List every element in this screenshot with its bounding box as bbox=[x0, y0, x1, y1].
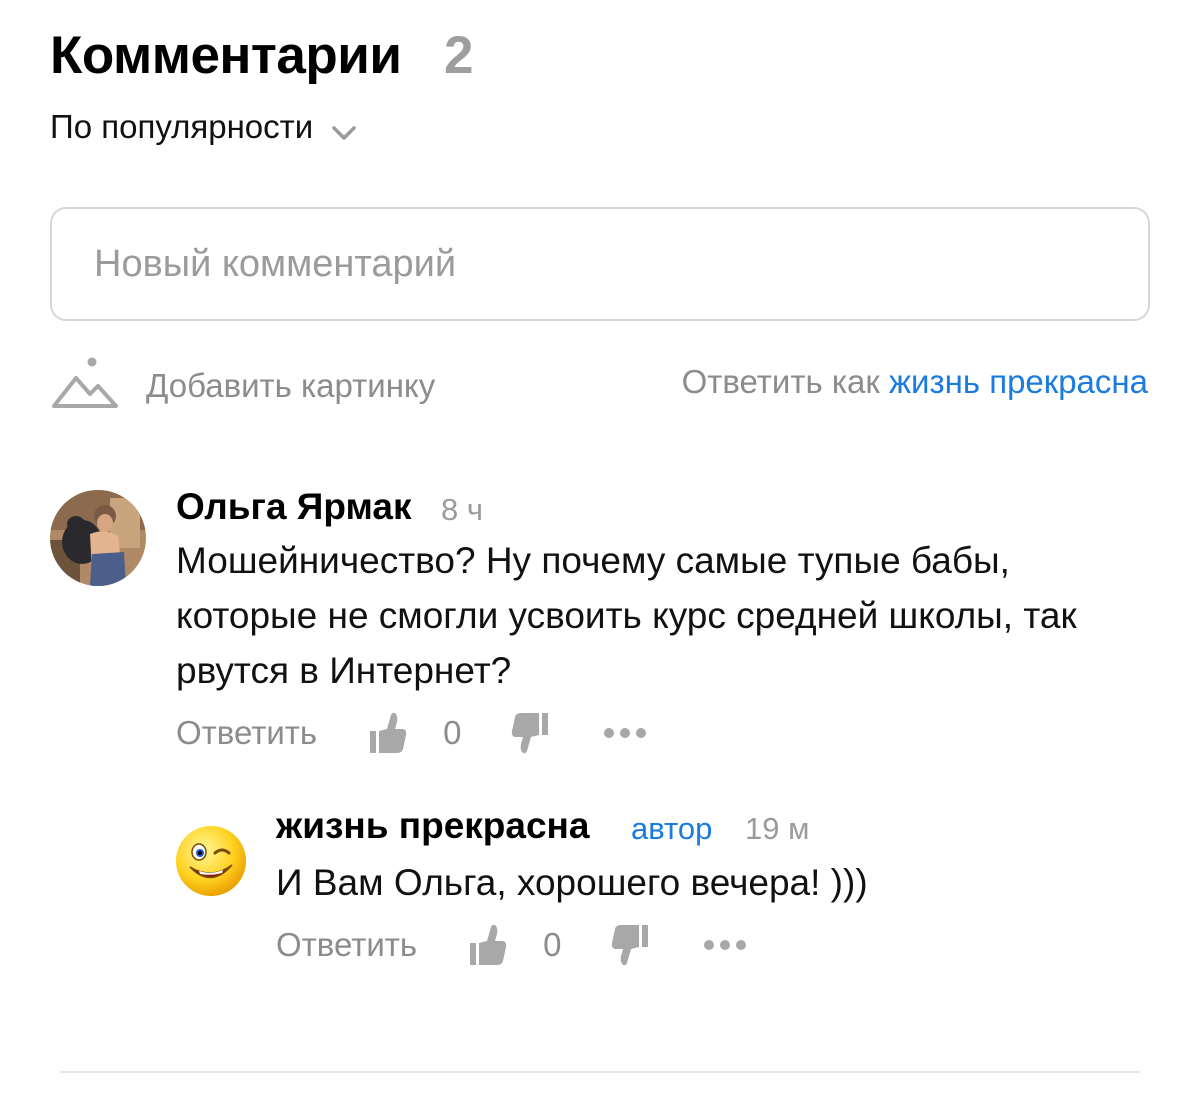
comment-time: 19 м bbox=[745, 811, 810, 846]
comment-actions: Ответить 0 bbox=[276, 920, 747, 970]
divider bbox=[60, 1071, 1140, 1073]
reply-button[interactable]: Ответить bbox=[176, 714, 317, 752]
comment-time: 8 ч bbox=[441, 492, 484, 527]
comment-count: 2 bbox=[444, 26, 474, 85]
sort-dropdown[interactable]: По популярности bbox=[50, 104, 357, 150]
avatar[interactable] bbox=[175, 825, 247, 897]
reply-as-prefix: Ответить как bbox=[681, 363, 880, 400]
thumb-down-icon[interactable] bbox=[511, 711, 549, 755]
more-dots-icon[interactable] bbox=[603, 727, 647, 739]
mountain-image-icon bbox=[50, 356, 120, 415]
reply-button[interactable]: Ответить bbox=[276, 926, 417, 964]
author-badge: автор bbox=[631, 811, 713, 846]
comment-text: Мошейничество? Ну почему самые тупые баб… bbox=[176, 540, 1077, 691]
add-picture-label: Добавить картинку bbox=[146, 366, 436, 404]
comment-actions: Ответить 0 bbox=[176, 708, 647, 758]
reply-as: Ответить как жизнь прекрасна bbox=[682, 360, 1148, 404]
sort-label: По популярности bbox=[50, 108, 314, 145]
comment-author[interactable]: Ольга Ярмак bbox=[176, 485, 412, 529]
comment-text: И Вам Ольга, хорошего вечера! ))) bbox=[276, 862, 868, 903]
new-comment-input[interactable] bbox=[50, 207, 1150, 321]
avatar[interactable] bbox=[50, 490, 146, 586]
chevron-down-icon bbox=[331, 110, 357, 150]
page-title: Комментарии bbox=[50, 26, 402, 85]
thumb-up-icon[interactable] bbox=[369, 711, 407, 755]
more-dots-icon[interactable] bbox=[703, 939, 747, 951]
like-score: 0 bbox=[443, 714, 462, 751]
reply-as-user-link[interactable]: жизнь прекрасна bbox=[889, 363, 1148, 400]
like-score: 0 bbox=[543, 926, 562, 963]
comment-author[interactable]: жизнь прекрасна bbox=[276, 804, 589, 848]
add-picture-button[interactable]: Добавить картинку bbox=[50, 356, 435, 415]
thumb-up-icon[interactable] bbox=[469, 923, 507, 967]
thumb-down-icon[interactable] bbox=[611, 923, 649, 967]
